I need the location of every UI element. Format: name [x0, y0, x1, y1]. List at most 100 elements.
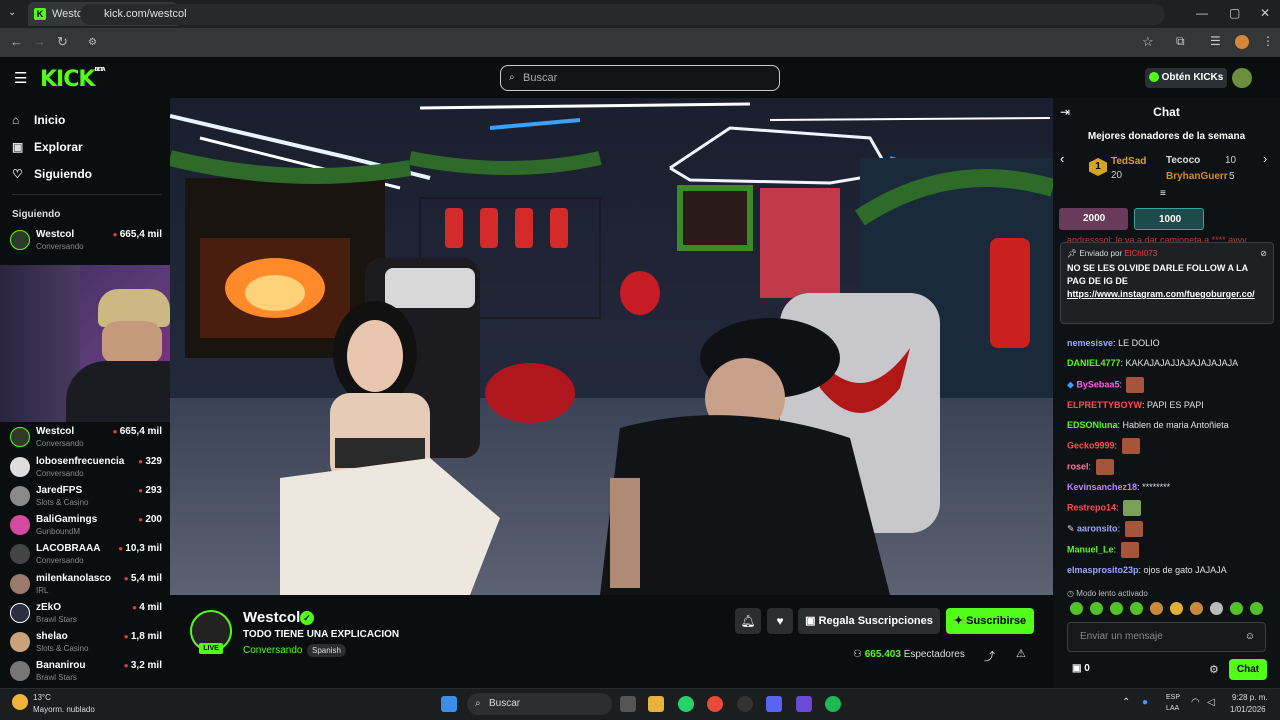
emote-button[interactable] [1190, 602, 1203, 615]
donors-prev-icon[interactable]: ‹ [1060, 151, 1064, 166]
clock-date[interactable]: 1/01/2026 [1230, 705, 1266, 714]
pinned-message[interactable]: 📌︎ Enviado por ElChI073 ⊘ NO SE LES OLVID… [1060, 242, 1274, 324]
extensions-icon[interactable]: ⧉ [1176, 34, 1185, 49]
app-icon[interactable] [796, 696, 812, 712]
back-icon[interactable]: ← [10, 34, 23, 49]
following-item[interactable]: shelao Slots & Casino 1,8 mil [10, 630, 162, 658]
chat-user[interactable]: aaronsito [1077, 523, 1118, 533]
weather-description[interactable]: Mayorm. nublado [33, 705, 95, 714]
chat-user[interactable]: Gecko9999 [1067, 440, 1115, 450]
following-item[interactable]: Westcol Conversando 665,4 mil [10, 425, 162, 453]
app-icon[interactable] [737, 696, 753, 712]
nav-following[interactable]: ♡ Siguiendo [12, 167, 92, 181]
keyboard-lang-top[interactable]: ESP [1166, 694, 1180, 701]
following-item[interactable]: JaredFPS Slots & Casino 293 [10, 484, 162, 512]
donor-name[interactable]: BryhanGuerr [1166, 171, 1228, 182]
notification-bell-button[interactable]: 🔔︎ [735, 608, 761, 634]
language-tag[interactable]: Spanish [307, 644, 346, 657]
follow-heart-button[interactable]: ♥ [767, 608, 793, 634]
tab-list-icon[interactable]: ⌄ [8, 7, 16, 18]
discord-icon[interactable] [766, 696, 782, 712]
tray-expand-icon[interactable]: ⌃ [1122, 697, 1130, 708]
chat-user[interactable]: DANIEL4777 [1067, 358, 1121, 368]
profile-avatar[interactable] [1235, 35, 1249, 49]
send-chat-button[interactable]: Chat [1229, 659, 1267, 680]
chat-settings-icon[interactable]: ⚙ [1209, 663, 1219, 676]
pinned-gift-bar[interactable]: 2000 [1059, 208, 1128, 230]
weather-temperature[interactable]: 13°C [33, 693, 51, 702]
windows-start-icon[interactable] [441, 696, 457, 712]
task-view-icon[interactable] [620, 696, 636, 712]
chat-user[interactable]: EDSONluna [1067, 420, 1118, 430]
pinned-link[interactable]: https://www.instagram.com/fuegoburger.co… [1067, 288, 1267, 301]
donor-name[interactable]: Tecoco [1166, 155, 1200, 166]
chat-user[interactable]: Restrepo14 [1067, 502, 1116, 512]
bookmark-star-icon[interactable]: ☆ [1142, 34, 1154, 50]
minimize-icon[interactable]: — [1196, 6, 1208, 20]
weather-icon[interactable] [12, 694, 28, 710]
emote-button[interactable] [1250, 602, 1263, 615]
forward-icon[interactable]: → [33, 34, 46, 49]
hide-pinned-icon[interactable]: ⊘ [1260, 249, 1267, 258]
following-item[interactable]: zEkO Brawl Stars 4 mil [10, 601, 162, 629]
emote-button[interactable] [1090, 602, 1103, 615]
emote-button[interactable] [1170, 602, 1183, 615]
donor-name[interactable]: TedSad [1111, 156, 1146, 167]
emoji-picker-icon[interactable]: ☺ [1245, 623, 1255, 651]
channel-name[interactable]: Westcol [243, 609, 300, 626]
nav-home[interactable]: ⌂ Inicio [12, 113, 65, 127]
clock-time[interactable]: 9:28 p. m. [1232, 693, 1268, 702]
chrome-icon[interactable] [707, 696, 723, 712]
reload-icon[interactable]: ↻ [57, 34, 68, 50]
gift-subs-button[interactable]: ▣ Regala Suscripciones [798, 608, 940, 634]
share-icon[interactable]: ⤴ [984, 648, 995, 664]
subscribe-button[interactable]: ✦ Suscribirse [946, 608, 1034, 634]
report-icon[interactable]: ⚠ [1016, 647, 1026, 660]
following-item[interactable]: milenkanolasco IRL 5,4 mil [10, 572, 162, 600]
search-input[interactable]: ⌕ Buscar [500, 65, 780, 91]
file-explorer-icon[interactable] [648, 696, 664, 712]
expand-donors-icon[interactable]: ≡ [1160, 188, 1166, 199]
browser-menu-icon[interactable]: ⋮ [1262, 34, 1274, 48]
chat-user[interactable]: Manuel_Le [1067, 544, 1114, 554]
microphone-icon[interactable]: ● [1142, 697, 1148, 708]
maximize-icon[interactable]: ▢ [1229, 6, 1240, 20]
url-field[interactable]: kick.com/westcol [80, 4, 1165, 25]
wifi-icon[interactable]: ◠ [1191, 697, 1200, 708]
chat-user[interactable]: elmasprosito23p [1067, 565, 1139, 575]
following-item[interactable]: lobosenfrecuencia Conversando 329 [10, 455, 162, 483]
whatsapp-icon[interactable] [678, 696, 694, 712]
emote-button[interactable] [1110, 602, 1123, 615]
spotify-icon[interactable] [825, 696, 841, 712]
following-item[interactable]: LACOBRAAA Conversando 10,3 mil [10, 542, 162, 570]
channel-points[interactable]: ▣ 0 [1072, 663, 1090, 674]
chat-user[interactable]: ELPRETTYBOYW [1067, 400, 1142, 410]
keyboard-lang-bottom[interactable]: LAA [1166, 705, 1179, 712]
chat-message-input[interactable]: Enviar un mensaje ☺ [1067, 622, 1266, 652]
emote-button[interactable] [1230, 602, 1243, 615]
following-item-westcol-top[interactable]: Westcol Conversando 665,4 mil [10, 228, 162, 256]
reading-list-icon[interactable]: ☰ [1210, 34, 1221, 48]
following-item[interactable]: Bananirou Brawl Stars 3,2 mil [10, 659, 162, 687]
following-item[interactable]: BaliGamings GunboundM 200 [10, 513, 162, 541]
close-window-icon[interactable]: ✕ [1260, 6, 1270, 20]
chat-user[interactable]: rosel [1067, 461, 1089, 471]
site-info-icon[interactable]: ⚙ [88, 37, 97, 48]
stream-category[interactable]: Conversando [243, 645, 302, 656]
emote-button[interactable] [1070, 602, 1083, 615]
volume-icon[interactable]: ◁ [1207, 697, 1215, 708]
emote-button[interactable] [1150, 602, 1163, 615]
chat-user[interactable]: Kevinsanchez18 [1067, 482, 1137, 492]
donors-next-icon[interactable]: › [1263, 151, 1267, 166]
chat-user[interactable]: nemesisve [1067, 338, 1113, 348]
get-kicks-button[interactable]: Obtén KICKs [1145, 68, 1227, 88]
pinned-gift-bar[interactable]: 1000 [1134, 208, 1204, 230]
chat-user[interactable]: BySebaa5 [1076, 379, 1119, 389]
kick-logo[interactable]: KICKBETA [40, 67, 106, 92]
video-player[interactable] [170, 98, 1053, 595]
taskbar-search[interactable]: ⌕ Buscar [467, 693, 612, 715]
hamburger-menu-icon[interactable]: ☰ [14, 69, 27, 87]
user-avatar[interactable] [1232, 68, 1252, 88]
emote-button[interactable] [1210, 602, 1223, 615]
nav-explore[interactable]: ▣ Explorar [12, 140, 83, 154]
